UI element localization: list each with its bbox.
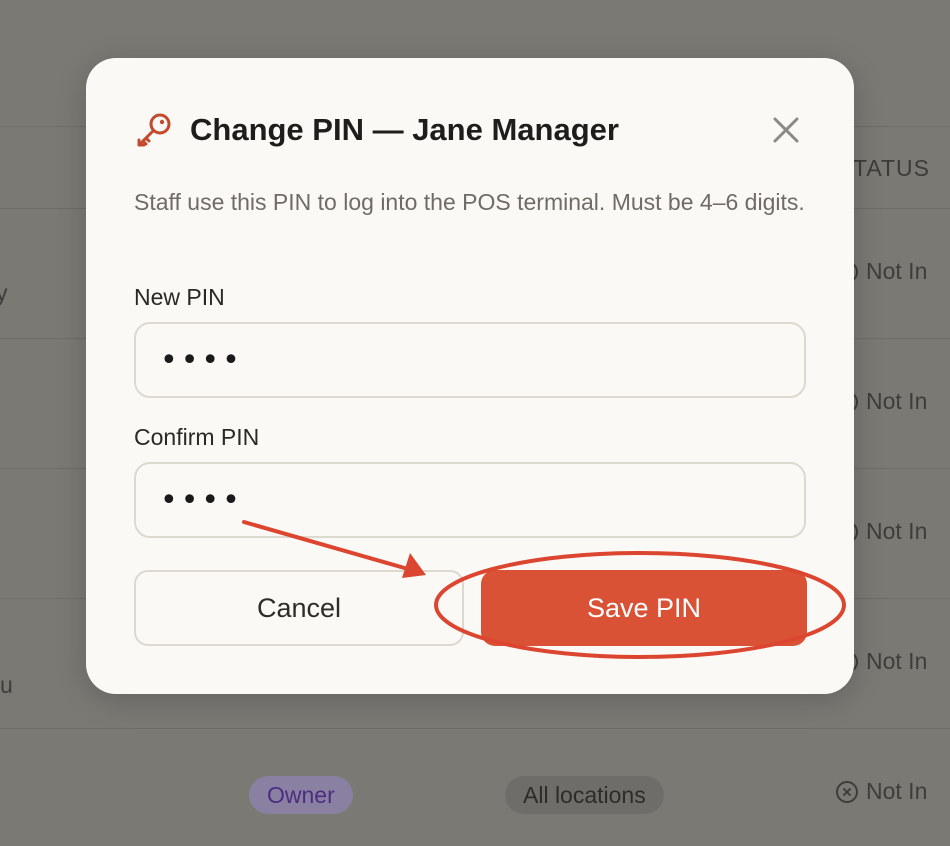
bg-row-text: u (0, 672, 13, 698)
cancel-button[interactable]: Cancel (134, 570, 464, 646)
bg-status-badge: Not In (836, 778, 927, 805)
bg-divider (0, 728, 950, 729)
new-pin-input[interactable] (134, 322, 806, 398)
x-circle-icon (836, 780, 858, 803)
change-pin-dialog: Change PIN — Jane Manager Staff use this… (86, 58, 854, 694)
dialog-title: Change PIN — Jane Manager (190, 112, 619, 147)
dialog-description: Staff use this PIN to log into the POS t… (134, 189, 805, 215)
location-badge: All locations (505, 776, 664, 814)
confirm-pin-input[interactable] (134, 462, 806, 538)
new-pin-label: New PIN (134, 284, 225, 310)
save-pin-button[interactable]: Save PIN (481, 570, 807, 646)
dialog-header: Change PIN — Jane Manager (134, 110, 619, 150)
close-icon[interactable] (770, 114, 802, 146)
key-icon (137, 113, 171, 147)
bg-status-column-header: TATUS (853, 155, 930, 181)
confirm-pin-label: Confirm PIN (134, 424, 260, 450)
bg-row-text: y (0, 280, 8, 306)
role-badge: Owner (249, 776, 353, 814)
